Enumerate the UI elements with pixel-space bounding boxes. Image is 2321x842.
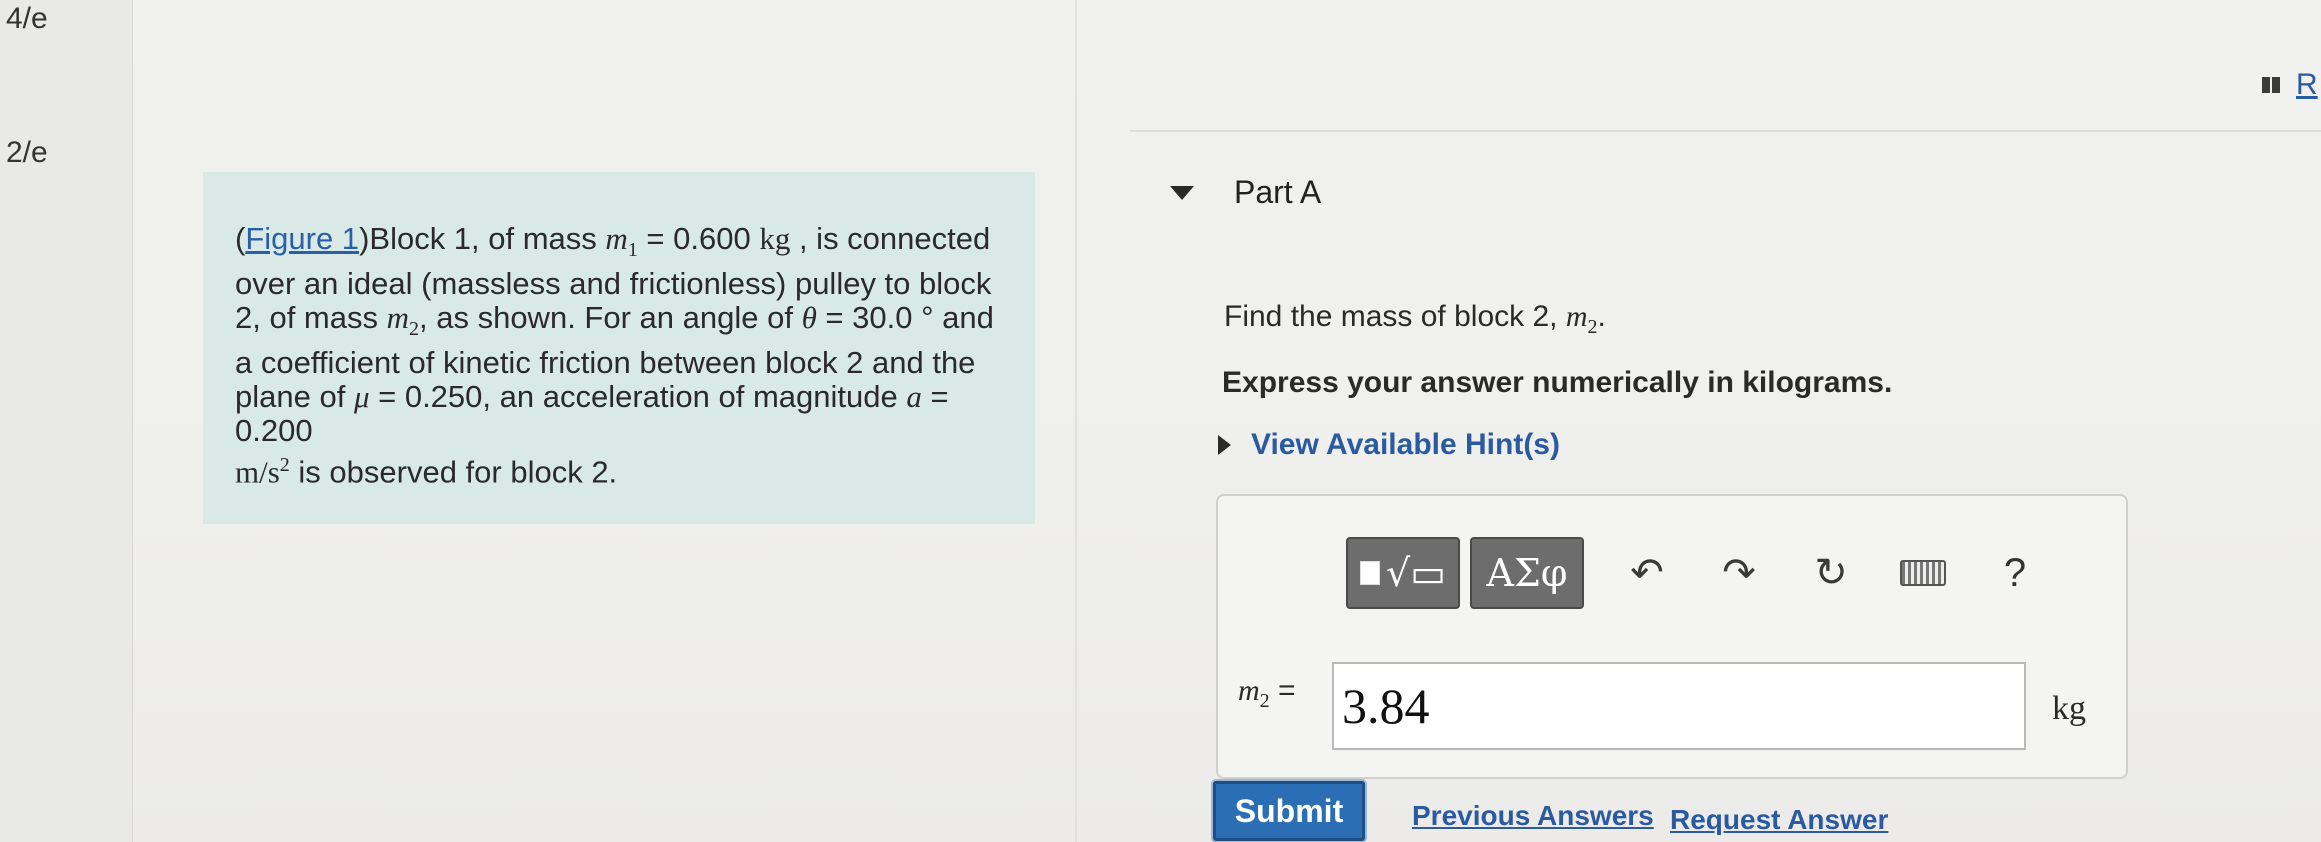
problem-value: = 0.600 [637,221,760,256]
undo-icon[interactable]: ↶ [1618,544,1676,602]
reset-icon[interactable]: ↻ [1802,544,1860,602]
problem-unit-exponent: 2 [279,454,290,477]
problem-text: )Block 1, of mass [359,221,606,256]
math-symbol: θ [801,300,817,336]
redo-icon[interactable]: ↷ [1710,544,1768,602]
score-label: 2/e [6,136,48,169]
corner-link[interactable]: R [2296,68,2318,102]
answer-instruction: Express your answer numerically in kilog… [1222,366,1893,399]
math-symbol: m [605,221,628,256]
math-subscript: 2 [1587,316,1598,338]
greek-symbols-button[interactable]: ΑΣφ [1470,537,1584,609]
question-prefix: Find the mass of block 2, [1224,300,1566,333]
radical-icon: √▭ [1385,551,1447,595]
equals-sign: = [1269,674,1296,707]
answer-unit: kg [2052,690,2086,727]
keyboard-glyph [1900,560,1946,586]
hint-label[interactable]: View Available Hint(s) [1251,428,1560,462]
templates-button[interactable]: √▭ [1346,537,1460,609]
request-answer-link[interactable]: Request Answer [1670,804,1888,836]
math-toolbar: √▭ ΑΣφ ↶ ↷ ↻ ? [1346,537,2044,609]
score-label: 4/e [6,2,48,35]
problem-text: , an acceleration of magnitude [482,379,907,415]
math-subscript: 2 [409,318,419,341]
problem-statement: (Figure 1)Block 1, of mass m1 = 0.600 kg… [203,172,1035,524]
submit-button[interactable]: Submit [1213,781,1365,841]
problem-value: = 30.0 ° [816,300,934,336]
answer-variable-label: m2 = [1238,674,1296,713]
problem-text: is observed for block 2. [289,454,618,490]
problem-unit: m/s [235,454,280,490]
figure-link[interactable]: Figure 1 [245,221,359,256]
math-symbol: m [1565,300,1588,333]
scores-column: 4/e 2/e [0,0,133,842]
problem-value: = 0.250 [369,379,483,415]
expand-triangle-icon [1218,435,1231,455]
part-a-header[interactable]: Part A [1170,174,1321,211]
math-symbol: m [386,300,409,336]
collapse-triangle-icon[interactable] [1170,185,1194,200]
previous-answers-link[interactable]: Previous Answers [1412,800,1654,832]
question-text: Find the mass of block 2, m2. [1224,300,1606,339]
help-button[interactable]: ? [1986,544,2044,602]
problem-text: , as shown. For an angle of [419,300,802,336]
math-subscript: 1 [627,239,638,262]
book-icon[interactable] [2262,77,2280,93]
math-symbol: μ [353,379,370,415]
answer-input[interactable] [1332,662,2026,750]
keyboard-icon[interactable] [1894,544,1952,602]
column-divider [1075,0,1077,842]
question-suffix: . [1597,300,1606,333]
view-hints-toggle[interactable]: View Available Hint(s) [1218,428,1560,462]
math-symbol: m [1238,674,1260,707]
section-rule [1130,130,2321,132]
math-symbol: a [906,379,922,415]
problem-unit: kg [759,221,791,256]
template-square-icon [1359,561,1380,585]
part-title: Part A [1234,174,1322,210]
problem-text: ( [235,221,246,256]
math-subscript: 2 [1259,690,1270,712]
